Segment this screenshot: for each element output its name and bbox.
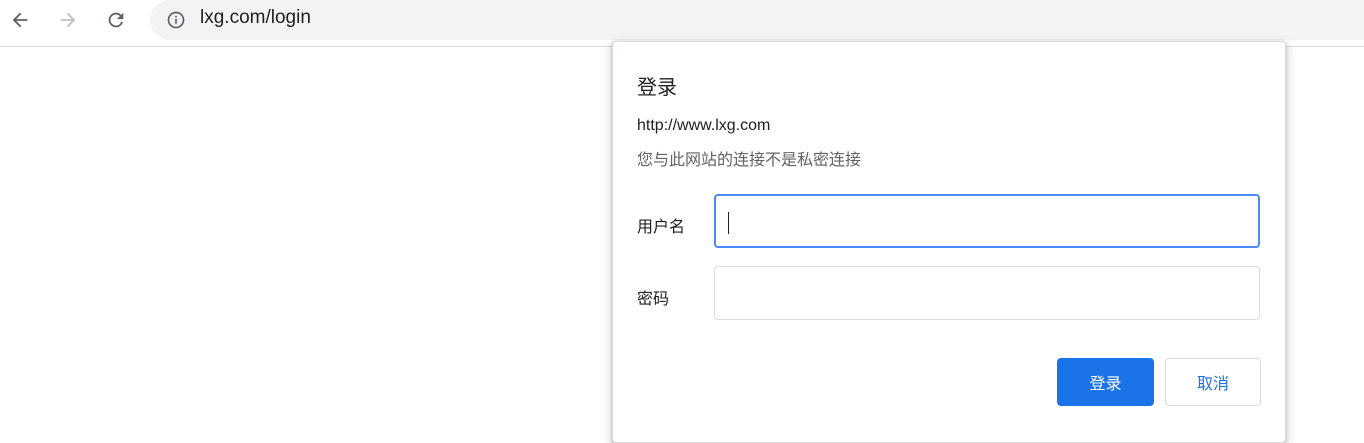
arrow-left-icon: [12, 12, 28, 28]
reload-icon: [108, 12, 124, 28]
info-icon[interactable]: [166, 10, 186, 30]
password-input[interactable]: [714, 266, 1260, 320]
text-caret: [728, 212, 729, 234]
url-text[interactable]: lxg.com/login: [200, 7, 311, 29]
site-url: http://www.lxg.com: [637, 117, 771, 134]
connection-warning: 您与此网站的连接不是私密连接: [637, 150, 862, 169]
login-dialog: 登录 http://www.lxg.com 您与此网站的连接不是私密连接 用户名…: [612, 41, 1286, 443]
reload-button[interactable]: [99, 3, 133, 37]
back-button[interactable]: [3, 3, 37, 37]
forward-button[interactable]: [51, 3, 85, 37]
username-label: 用户名: [637, 217, 686, 236]
dialog-title: 登录: [637, 75, 677, 99]
browser-toolbar: lxg.com/login: [0, 0, 1364, 47]
login-button[interactable]: 登录: [1057, 358, 1154, 406]
password-label: 密码: [637, 289, 670, 308]
address-bar[interactable]: lxg.com/login: [150, 0, 1364, 40]
username-input[interactable]: [714, 194, 1260, 248]
arrow-right-icon: [60, 12, 76, 28]
cancel-button[interactable]: 取消: [1165, 358, 1261, 406]
